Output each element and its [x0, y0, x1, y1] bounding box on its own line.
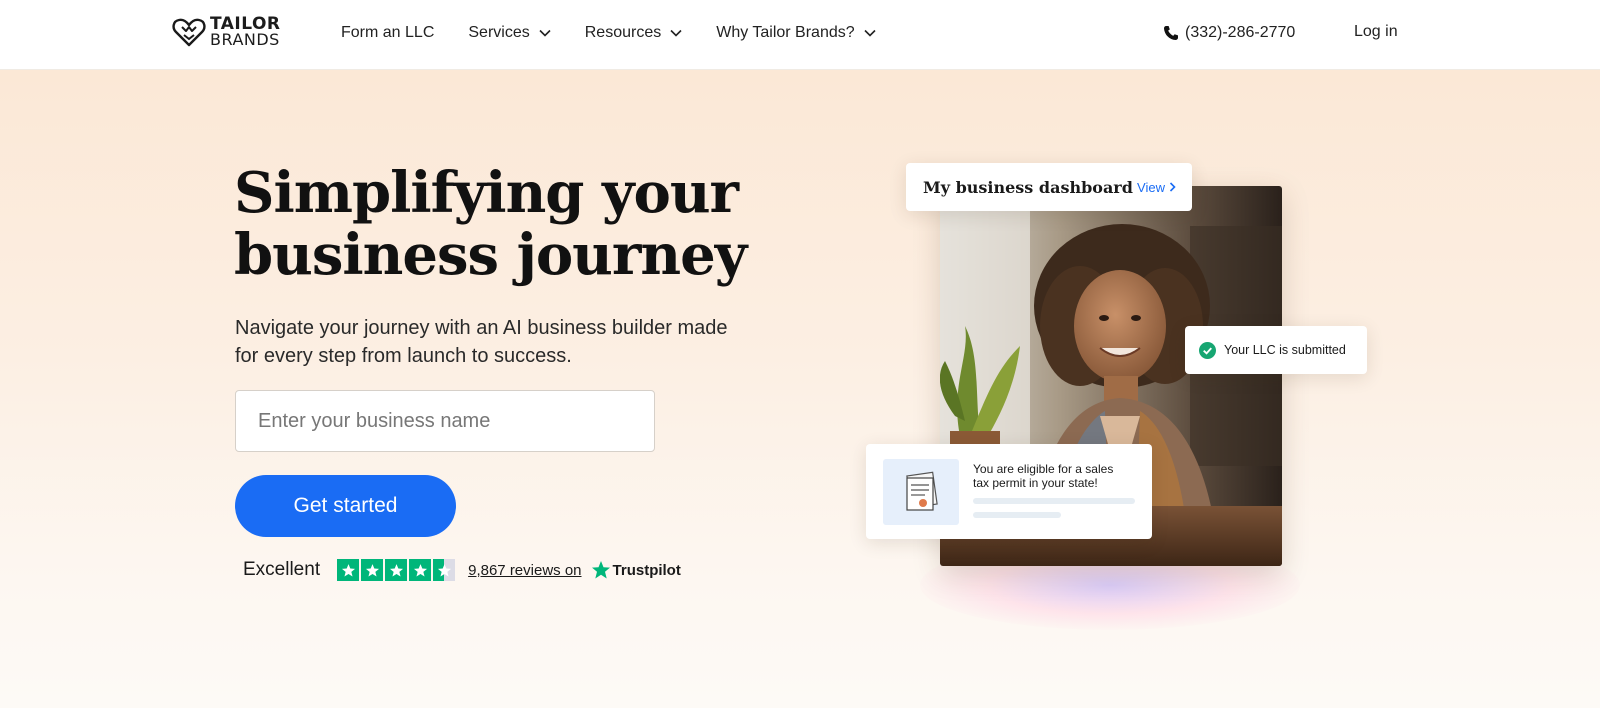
llc-status-text: Your LLC is submitted: [1224, 343, 1346, 357]
nav-label: Why Tailor Brands?: [716, 24, 855, 41]
phone-link[interactable]: (332)-286-2770: [1163, 0, 1295, 66]
logo[interactable]: TAILOR BRANDS: [172, 14, 281, 50]
nav-label: Form an LLC: [341, 24, 435, 41]
tax-permit-text: You are eligible for a sales tax permit …: [973, 462, 1114, 490]
phone-icon: [1164, 26, 1178, 40]
main-nav: Form an LLC Services Resources Why Tailo…: [341, 0, 910, 66]
nav-services[interactable]: Services: [468, 24, 551, 42]
logo-heart-icon: [172, 18, 206, 47]
trustpilot-star-icon: [591, 561, 610, 579]
trustpilot-wordmark: Trustpilot: [612, 561, 681, 579]
chevron-down-icon: [670, 29, 682, 37]
dashboard-card: My business dashboard View: [906, 163, 1192, 211]
chevron-right-icon: [1169, 182, 1176, 192]
star-half-icon: [433, 559, 456, 581]
hero-subheadline: Navigate your journey with an AI busines…: [235, 317, 728, 367]
placeholder-line: [973, 498, 1135, 504]
tax-permit-card: You are eligible for a sales tax permit …: [866, 444, 1152, 539]
nav-label: Resources: [584, 24, 662, 41]
site-header: TAILOR BRANDS Form an LLC Services Resou…: [0, 0, 1600, 70]
trustpilot-logo[interactable]: Trustpilot: [591, 560, 681, 580]
nav-resources[interactable]: Resources: [585, 24, 682, 42]
check-circle-icon: [1199, 341, 1216, 359]
star-icon: [409, 559, 432, 581]
reviews-link[interactable]: 9,867 reviews on: [468, 562, 581, 579]
logo-wordmark: TAILOR BRANDS: [210, 16, 281, 48]
login-link[interactable]: Log in: [1354, 0, 1398, 64]
document-thumbnail: [883, 459, 959, 525]
chevron-down-icon: [539, 29, 551, 37]
placeholder-line: [973, 512, 1061, 518]
view-label: View: [1137, 179, 1165, 195]
tax-card-body: You are eligible for a sales tax permit …: [973, 459, 1135, 518]
document-icon: [906, 471, 938, 511]
llc-status-card: Your LLC is submitted: [1185, 326, 1367, 374]
star-icon: [385, 559, 408, 581]
nav-why-tailor-brands[interactable]: Why Tailor Brands?: [716, 24, 876, 42]
dashboard-view-link[interactable]: View: [1137, 180, 1176, 195]
hero-section: Simplifying your business journey Naviga…: [0, 70, 1600, 708]
rating-word: Excellent: [243, 559, 321, 580]
hero-headline: Simplifying your business journey: [234, 160, 747, 288]
nav-form-llc[interactable]: Form an LLC: [341, 24, 434, 42]
dashboard-card-title: My business dashboard: [923, 177, 1133, 197]
trustpilot-rating: Excellent 9,867 reviews on Trustpilot: [243, 556, 681, 584]
nav-label: Services: [468, 24, 530, 41]
star-icon: [361, 559, 384, 581]
rating-stars: [337, 559, 456, 581]
get-started-button[interactable]: Get started: [235, 475, 456, 537]
business-name-input[interactable]: [235, 390, 655, 452]
logo-line-2: BRANDS: [210, 30, 280, 49]
chevron-down-icon: [864, 29, 876, 37]
phone-number: (332)-286-2770: [1185, 24, 1296, 41]
star-icon: [337, 559, 360, 581]
